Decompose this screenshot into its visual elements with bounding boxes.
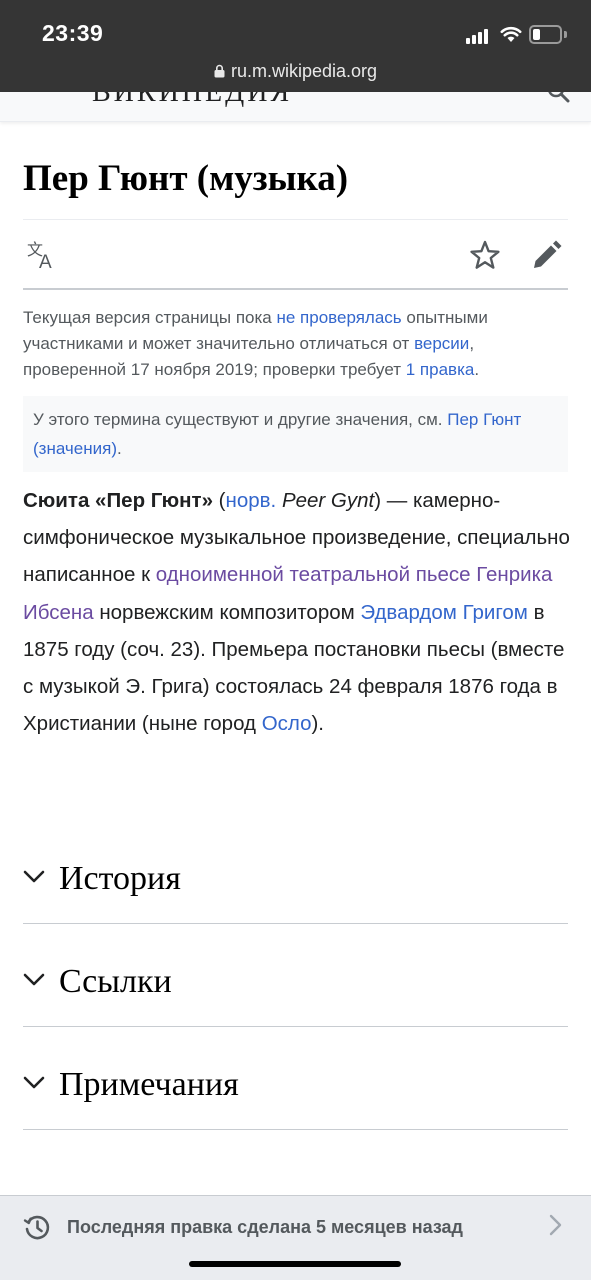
lead-paragraph: Сюита «Пер Гюнт» (норв. Peer Gynt) — кам… — [23, 482, 571, 742]
lead-text: ( — [212, 489, 226, 512]
section-links[interactable]: Ссылки — [23, 925, 568, 1027]
chevron-down-icon — [23, 870, 45, 883]
hatnote-text: У этого термина существуют и другие знач… — [33, 410, 448, 429]
section-heading: Ссылки — [59, 963, 172, 1000]
original-title: Peer Gynt — [281, 489, 375, 512]
chevron-down-icon — [23, 1076, 45, 1089]
not-checked-link[interactable]: не проверялась — [276, 308, 401, 327]
section-heading: Примечания — [59, 1066, 239, 1103]
section-heading: История — [59, 860, 181, 897]
norwegian-language-link[interactable]: норв. — [226, 489, 277, 512]
divider — [23, 219, 568, 220]
pending-edit-link[interactable]: 1 правка — [406, 360, 475, 379]
site-logo[interactable]: ВИКИПЕДИЯ — [92, 92, 292, 109]
cellular-signal-icon — [466, 28, 490, 44]
disambiguation-hatnote: У этого термина существуют и другие знач… — [23, 396, 568, 472]
chevron-down-icon — [23, 973, 45, 986]
wifi-icon — [500, 26, 522, 42]
lock-icon — [214, 64, 225, 78]
address-url: ru.m.wikipedia.org — [230, 61, 378, 81]
notice-text: Текущая версия страницы пока — [23, 308, 277, 327]
address-bar[interactable]: ru.m.wikipedia.org — [0, 61, 591, 82]
star-icon[interactable] — [467, 237, 503, 273]
chevron-right-icon — [549, 1214, 562, 1236]
edit-pencil-icon[interactable] — [529, 237, 565, 273]
oslo-link[interactable]: Осло — [262, 712, 312, 735]
search-icon[interactable] — [547, 92, 571, 104]
battery-icon — [529, 25, 567, 44]
notice-text: . — [474, 360, 480, 379]
divider — [23, 288, 568, 290]
section-history[interactable]: История — [23, 822, 568, 924]
page-actions: 文 A — [23, 237, 568, 277]
status-bar: 23:39 ru.m.wikipedia.org — [0, 0, 591, 92]
language-icon[interactable]: 文 A — [25, 237, 61, 273]
grieg-link[interactable]: Эдвардом Григом — [360, 601, 527, 624]
hatnote-text: . — [117, 439, 122, 458]
status-time: 23:39 — [42, 20, 104, 46]
home-indicator[interactable] — [189, 1261, 401, 1267]
section-notes[interactable]: Примечания — [23, 1028, 568, 1130]
version-link[interactable]: версии — [414, 334, 469, 353]
flagged-revision-notice: Текущая версия страницы пока не проверял… — [23, 305, 568, 383]
last-modified-text: Последняя правка сделана 5 месяцев назад — [67, 1217, 463, 1237]
history-clock-icon — [23, 1215, 50, 1240]
play-link[interactable]: одноименной театральной пьесе — [156, 563, 471, 586]
svg-text:A: A — [39, 252, 52, 273]
site-header: ВИКИПЕДИЯ — [0, 92, 591, 122]
page-title: Пер Гюнт (музыка) — [23, 158, 349, 199]
lead-text: ). — [311, 712, 325, 736]
lead-text: норвежским композитором — [93, 600, 361, 624]
last-modified-bar[interactable]: Последняя правка сделана 5 месяцев назад — [0, 1195, 591, 1280]
lead-bold-term: Сюита «Пер Гюнт» — [23, 489, 213, 512]
